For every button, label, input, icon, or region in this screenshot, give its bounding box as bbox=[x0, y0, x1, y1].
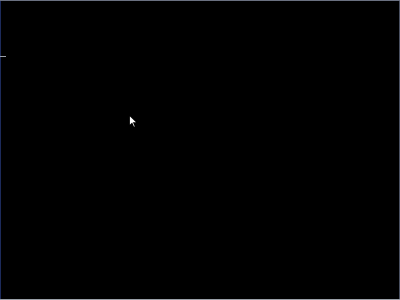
arrow-pointer-icon bbox=[129, 115, 138, 128]
left-edge-marker bbox=[0, 56, 6, 57]
screen bbox=[0, 0, 400, 300]
black-display-area[interactable] bbox=[1, 1, 399, 299]
